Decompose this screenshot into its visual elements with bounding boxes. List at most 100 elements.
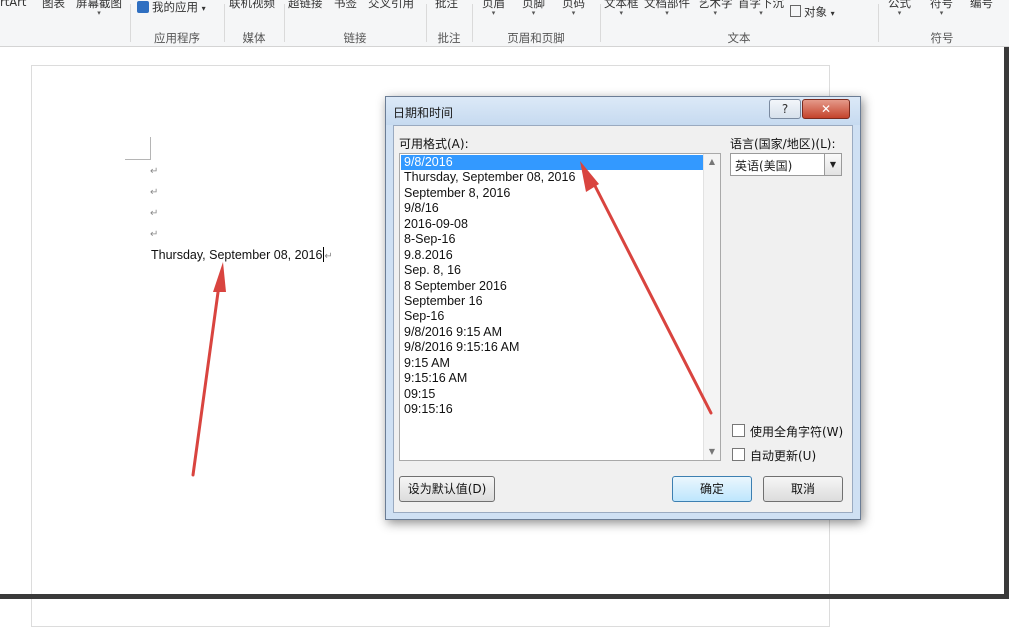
dialog-body: 可用格式(A): 9/8/2016 Thursday, September 08,…	[393, 125, 853, 513]
store-icon	[137, 1, 149, 13]
paragraph-mark: ↵	[150, 187, 159, 198]
language-select[interactable]: 英语(美国) ▼	[730, 153, 842, 176]
group-divider	[600, 4, 601, 42]
group-divider	[130, 4, 131, 42]
paragraph-mark: ↵	[150, 208, 159, 219]
autoupdate-label: 自动更新(U)	[750, 449, 817, 463]
format-option[interactable]: 09:15:16	[401, 402, 704, 417]
smartart-button[interactable]: rtArt	[0, 0, 26, 9]
paragraph-mark: ↵	[150, 166, 159, 177]
chevron-down-icon[interactable]: ▼	[824, 154, 841, 175]
chevron-down-icon: ▾	[97, 9, 101, 17]
formats-items: 9/8/2016 Thursday, September 08, 2016 Sept…	[401, 155, 704, 417]
format-option[interactable]: 9:15:16 AM	[401, 371, 704, 386]
ribbon-group-label: 媒体	[242, 31, 266, 45]
date-time-dialog: 日期和时间 ? ✕ 可用格式(A): 9/8/2016 Thursday, Sep…	[385, 96, 861, 520]
set-default-button[interactable]: 设为默认值(D)	[399, 476, 495, 502]
format-option[interactable]: 9/8/16	[401, 201, 704, 216]
scroll-down-icon[interactable]: ▼	[704, 444, 720, 460]
format-option[interactable]: 9/8/2016 9:15:16 AM	[401, 340, 704, 355]
help-button[interactable]: ?	[769, 99, 801, 119]
window-edge	[1004, 47, 1009, 599]
chevron-down-icon: ▾	[531, 9, 536, 17]
chevron-down-icon: ▾	[201, 4, 206, 13]
close-icon: ✕	[820, 102, 832, 116]
listbox-scrollbar[interactable]: ▲ ▼	[703, 154, 720, 460]
formats-label: 可用格式(A):	[399, 137, 469, 151]
fullwidth-label: 使用全角字符(W)	[750, 425, 844, 439]
ribbon: rtArt 图表 屏幕截图 ▾ 我的应用 ▾ 应用程序 联机视频 媒体 超链接 书…	[0, 0, 1009, 47]
header-button[interactable]: 页眉 ▾	[482, 0, 505, 17]
format-option[interactable]: 9:15 AM	[401, 356, 704, 371]
format-option[interactable]: 8-Sep-16	[401, 232, 704, 247]
my-apps-button[interactable]: 我的应用 ▾	[137, 0, 206, 15]
dialog-titlebar[interactable]: 日期和时间 ? ✕	[386, 97, 860, 125]
text-box-button[interactable]: 文本框 ▾	[604, 0, 639, 17]
dialog-title: 日期和时间	[393, 106, 454, 120]
chevron-down-icon: ▾	[830, 9, 835, 18]
format-option[interactable]: 2016-09-08	[401, 217, 704, 232]
format-option[interactable]: 8 September 2016	[401, 279, 704, 294]
format-option[interactable]: 9/8/2016	[401, 155, 704, 171]
chevron-down-icon: ▾	[897, 9, 902, 17]
chevron-down-icon: ▾	[713, 9, 718, 17]
formats-listbox[interactable]: 9/8/2016 Thursday, September 08, 2016 Sept…	[399, 153, 721, 461]
chevron-down-icon: ▾	[491, 9, 496, 17]
format-option[interactable]: 09:15	[401, 387, 704, 402]
hyperlink-button[interactable]: 超链接	[288, 0, 323, 11]
window-edge	[0, 594, 1009, 599]
ribbon-group-comments: 批注 批注	[428, 0, 470, 46]
bookmark-button[interactable]: 书签	[334, 0, 357, 11]
comment-button[interactable]: 批注	[435, 0, 458, 11]
equation-button[interactable]: 公式 ▾	[888, 0, 911, 17]
language-label: 语言(国家/地区)(L):	[730, 137, 836, 151]
cancel-button[interactable]: 取消	[763, 476, 843, 502]
format-option[interactable]: Sep. 8, 16	[401, 263, 704, 278]
group-divider	[878, 4, 879, 42]
object-button[interactable]: 对象 ▾	[790, 4, 835, 20]
language-value: 英语(美国)	[735, 159, 793, 173]
group-divider	[472, 4, 473, 42]
numbering-button[interactable]: 编号	[970, 0, 993, 11]
symbol-button[interactable]: 符号 ▾	[930, 0, 953, 17]
footer-button[interactable]: 页脚 ▾	[522, 0, 545, 17]
format-option[interactable]: Sep-16	[401, 309, 704, 324]
format-option[interactable]: 9.8.2016	[401, 248, 704, 263]
format-option[interactable]: 9/8/2016 9:15 AM	[401, 325, 704, 340]
screenshot-button[interactable]: 屏幕截图 ▾	[76, 0, 122, 17]
chevron-down-icon: ▾	[619, 9, 624, 17]
ribbon-group-illustrations: rtArt 图表 屏幕截图 ▾	[0, 0, 128, 46]
online-video-button[interactable]: 联机视频	[229, 0, 275, 11]
format-option[interactable]: September 8, 2016	[401, 186, 704, 201]
quick-parts-button[interactable]: 文档部件 ▾	[644, 0, 690, 17]
paragraph-mark: ↵	[324, 251, 333, 262]
group-divider	[426, 4, 427, 42]
object-icon	[790, 5, 801, 17]
autoupdate-checkbox[interactable]	[732, 448, 745, 461]
ribbon-group-label: 链接	[343, 31, 367, 45]
paragraph-mark: ↵	[150, 229, 159, 240]
ribbon-group-label: 应用程序	[154, 31, 200, 45]
wordart-button[interactable]: 艺术字 ▾	[698, 0, 733, 17]
format-option[interactable]: Thursday, September 08, 2016	[401, 170, 704, 185]
drop-cap-button[interactable]: 首字下沉 ▾	[738, 0, 784, 17]
help-icon: ?	[781, 102, 789, 116]
margin-corner-mark	[125, 137, 151, 160]
ribbon-group-symbols: 公式 ▾ 符号 ▾ 编号 符号	[880, 0, 1004, 46]
format-option[interactable]: September 16	[401, 294, 704, 309]
ribbon-group-label: 文本	[727, 31, 751, 45]
ok-button[interactable]: 确定	[672, 476, 752, 502]
close-button[interactable]: ✕	[802, 99, 850, 119]
date-text: Thursday, September 08, 2016	[151, 248, 323, 262]
fullwidth-checkbox[interactable]	[732, 424, 745, 437]
chart-button[interactable]: 图表	[42, 0, 65, 11]
chevron-down-icon: ▾	[759, 9, 763, 17]
scroll-up-icon[interactable]: ▲	[704, 154, 720, 170]
inserted-date-text[interactable]: Thursday, September 08, 2016 ↵	[151, 247, 333, 262]
group-divider	[284, 4, 285, 42]
page-number-button[interactable]: 页码 ▾	[562, 0, 585, 17]
chevron-down-icon: ▾	[571, 9, 576, 17]
ribbon-group-links: 超链接 书签 交叉引用 链接	[286, 0, 424, 46]
chevron-down-icon: ▾	[939, 9, 944, 17]
cross-reference-button[interactable]: 交叉引用	[368, 0, 414, 11]
